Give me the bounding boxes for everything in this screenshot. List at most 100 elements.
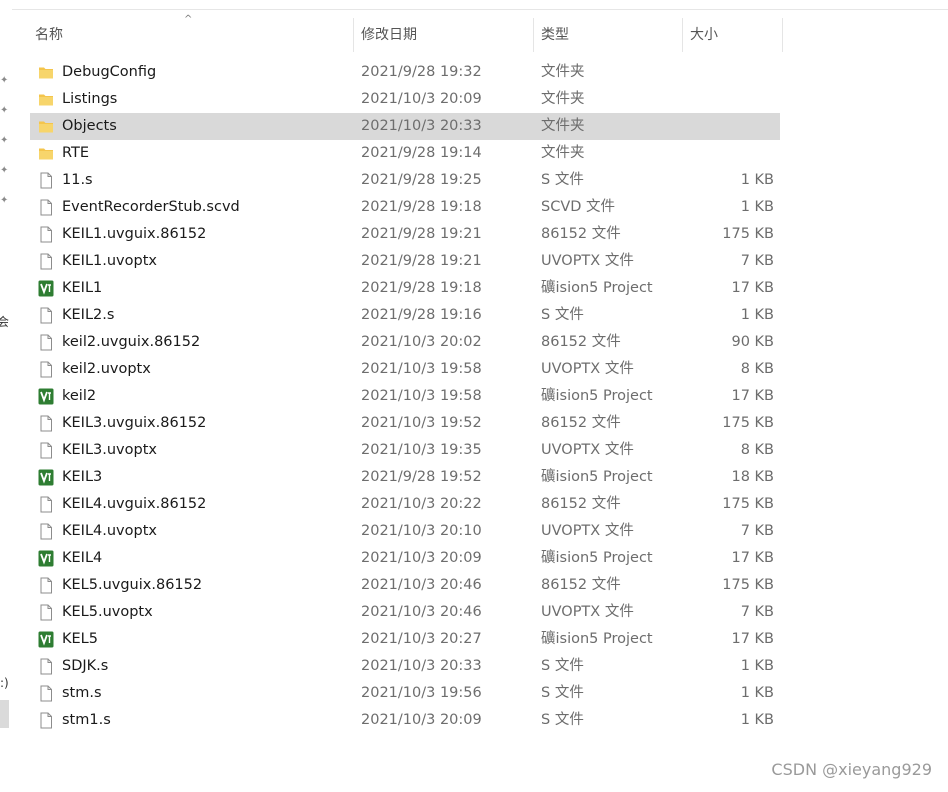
column-header-name[interactable]: 名称 [29, 18, 354, 52]
file-row[interactable]: Listings 2021/10/3 20:09 文件夹 [30, 86, 780, 113]
file-type: SCVD 文件 [541, 199, 616, 215]
file-type: UVOPTX 文件 [541, 604, 634, 620]
file-size: 175 KB [722, 226, 774, 242]
file-row[interactable]: KEIL4.uvoptx 2021/10/3 20:10 UVOPTX 文件 7 KB [30, 518, 780, 545]
file-row[interactable]: keil2.uvguix.86152 2021/10/3 20:02 86152 文… [30, 329, 780, 356]
file-icon [38, 442, 54, 459]
file-size: 175 KB [722, 415, 774, 431]
file-name: KEL5 [62, 631, 98, 647]
nav-item-fragment[interactable]: 会 [0, 313, 9, 330]
file-row[interactable]: keil2.uvoptx 2021/10/3 19:58 UVOPTX 文件 8 KB [30, 356, 780, 383]
file-row[interactable]: KEIL3 2021/9/28 19:52 礦ision5 Project 18 KB [30, 464, 780, 491]
file-modified-date: 2021/10/3 19:56 [361, 685, 482, 701]
nav-scrollbar-thumb[interactable] [0, 700, 9, 728]
file-type: S 文件 [541, 685, 584, 701]
file-modified-date: 2021/10/3 20:09 [361, 91, 482, 107]
file-modified-date: 2021/10/3 20:09 [361, 712, 482, 728]
column-header-date[interactable]: 修改日期 [355, 18, 534, 52]
keil-project-icon [38, 469, 54, 486]
file-modified-date: 2021/10/3 19:58 [361, 361, 482, 377]
file-name: stm1.s [62, 712, 111, 728]
file-row[interactable]: KEIL3.uvguix.86152 2021/10/3 19:52 86152 文… [30, 410, 780, 437]
column-header-size[interactable]: 大小 [684, 18, 783, 52]
file-row[interactable]: 11.s 2021/9/28 19:25 S 文件 1 KB [30, 167, 780, 194]
file-type: S 文件 [541, 307, 584, 323]
window-top-border [0, 9, 948, 10]
file-row[interactable]: stm.s 2021/10/3 19:56 S 文件 1 KB [30, 680, 780, 707]
file-size: 1 KB [740, 172, 774, 188]
file-size: 7 KB [740, 523, 774, 539]
file-icon-graphic [40, 361, 52, 378]
file-icon [38, 226, 54, 243]
file-name: KEL5.uvguix.86152 [62, 577, 203, 593]
file-size: 17 KB [731, 280, 774, 296]
file-row[interactable]: EventRecorderStub.scvd 2021/9/28 19:18 SCV… [30, 194, 780, 221]
folder-icon-graphic [39, 121, 53, 133]
file-name: KEIL4.uvguix.86152 [62, 496, 207, 512]
file-type: UVOPTX 文件 [541, 523, 634, 539]
file-size: 8 KB [740, 442, 774, 458]
file-type: 礦ision5 Project [541, 388, 653, 404]
file-row[interactable]: KEIL2.s 2021/9/28 19:16 S 文件 1 KB [30, 302, 780, 329]
file-name: KEIL1.uvoptx [62, 253, 157, 269]
file-type: 文件夹 [541, 145, 585, 161]
file-row[interactable]: KEIL3.uvoptx 2021/10/3 19:35 UVOPTX 文件 8 KB [30, 437, 780, 464]
file-row[interactable]: DebugConfig 2021/9/28 19:32 文件夹 [30, 59, 780, 86]
pin-icon: ✦ [0, 165, 9, 176]
file-modified-date: 2021/9/28 19:16 [361, 307, 482, 323]
file-type: S 文件 [541, 712, 584, 728]
file-row[interactable]: keil2 2021/10/3 19:58 礦ision5 Project 17 KB [30, 383, 780, 410]
file-modified-date: 2021/9/28 19:21 [361, 253, 482, 269]
file-row[interactable]: stm1.s 2021/10/3 20:09 S 文件 1 KB [30, 707, 780, 734]
file-icon-graphic [40, 523, 52, 540]
file-size: 1 KB [740, 712, 774, 728]
pin-icon: ✦ [0, 75, 9, 86]
keil-project-icon [38, 388, 54, 405]
file-row[interactable]: KEL5.uvoptx 2021/10/3 20:46 UVOPTX 文件 7 KB [30, 599, 780, 626]
file-type: 礦ision5 Project [541, 280, 653, 296]
file-icon [38, 415, 54, 432]
keil-project-icon-graphic [38, 388, 54, 405]
file-size: 1 KB [740, 658, 774, 674]
file-name: stm.s [62, 685, 102, 701]
pin-icon: ✦ [0, 105, 9, 116]
keil-project-icon-graphic [38, 280, 54, 297]
file-size: 7 KB [740, 604, 774, 620]
file-size: 17 KB [731, 550, 774, 566]
file-row[interactable]: KEIL1.uvguix.86152 2021/9/28 19:21 86152 文… [30, 221, 780, 248]
keil-project-icon [38, 280, 54, 297]
file-row[interactable]: KEIL4.uvguix.86152 2021/10/3 20:22 86152 文… [30, 491, 780, 518]
file-row[interactable]: KEL5.uvguix.86152 2021/10/3 20:46 86152 文件… [30, 572, 780, 599]
file-row[interactable]: KEL5 2021/10/3 20:27 礦ision5 Project 17 KB [30, 626, 780, 653]
file-name: Objects [62, 118, 117, 134]
file-icon-graphic [40, 577, 52, 594]
file-icon-graphic [40, 658, 52, 675]
column-header-bar: 名称 修改日期 类型 大小 [0, 18, 948, 52]
file-modified-date: 2021/9/28 19:32 [361, 64, 482, 80]
file-type: 礦ision5 Project [541, 631, 653, 647]
file-icon-graphic [40, 685, 52, 702]
folder-icon-graphic [39, 67, 53, 79]
file-modified-date: 2021/10/3 20:46 [361, 604, 482, 620]
file-row[interactable]: KEIL1.uvoptx 2021/9/28 19:21 UVOPTX 文件 7 KB [30, 248, 780, 275]
keil-project-icon-graphic [38, 550, 54, 567]
file-row[interactable]: KEIL1 2021/9/28 19:18 礦ision5 Project 17 KB [30, 275, 780, 302]
file-row[interactable]: RTE 2021/9/28 19:14 文件夹 [30, 140, 780, 167]
file-size: 1 KB [740, 199, 774, 215]
nav-item-fragment[interactable]: :) [0, 676, 9, 690]
file-name: SDJK.s [62, 658, 109, 674]
file-list: DebugConfig 2021/9/28 19:32 文件夹 Listings 202… [30, 59, 780, 734]
file-name: EventRecorderStub.scvd [62, 199, 240, 215]
file-icon-graphic [40, 226, 52, 243]
file-type: S 文件 [541, 172, 584, 188]
column-header-type[interactable]: 类型 [535, 18, 683, 52]
file-row[interactable]: SDJK.s 2021/10/3 20:33 S 文件 1 KB [30, 653, 780, 680]
file-modified-date: 2021/10/3 19:58 [361, 388, 482, 404]
file-icon-graphic [40, 307, 52, 324]
file-row[interactable]: KEIL4 2021/10/3 20:09 礦ision5 Project 17 KB [30, 545, 780, 572]
file-name: KEIL1.uvguix.86152 [62, 226, 207, 242]
file-name: keil2.uvguix.86152 [62, 334, 201, 350]
file-icon [38, 199, 54, 216]
file-type: 86152 文件 [541, 334, 621, 350]
file-row[interactable]: Objects 2021/10/3 20:33 文件夹 [30, 113, 780, 140]
